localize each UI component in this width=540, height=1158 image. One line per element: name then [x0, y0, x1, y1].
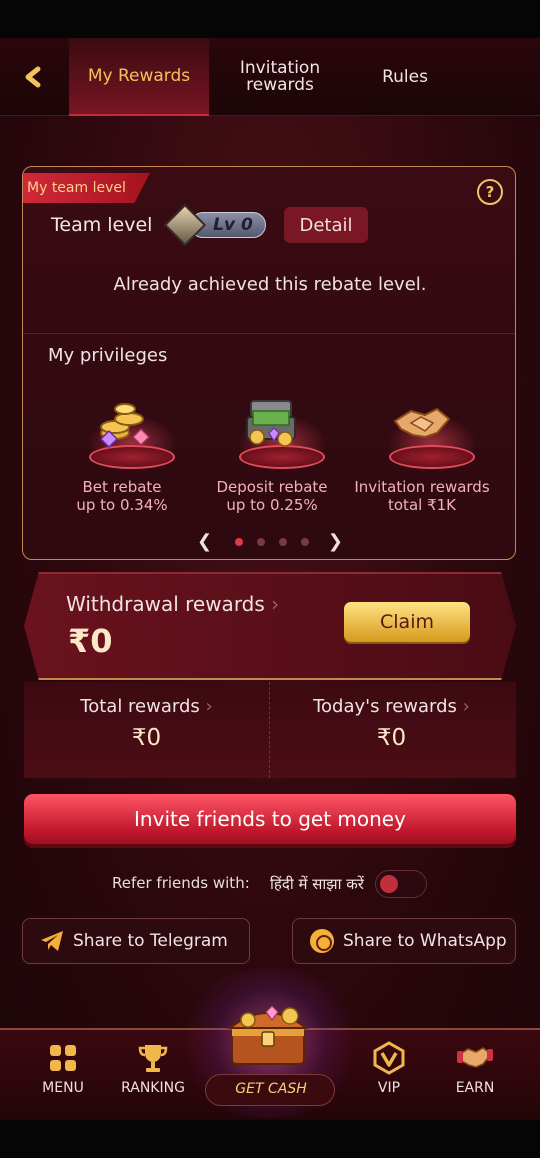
withdrawal-title[interactable]: Withdrawal rewards › [66, 592, 279, 616]
rewards-screen: My Rewards Invitation rewards Rules My t… [0, 38, 540, 1120]
header: My Rewards Invitation rewards Rules [0, 38, 540, 116]
carousel-dot-active[interactable] [235, 538, 243, 546]
todays-rewards-label-text: Today's rewards [313, 696, 457, 717]
privileges-carousel: ❮ ❯ [193, 531, 347, 552]
privilege-invitation-rewards[interactable]: Invitation rewards total ₹1K [347, 395, 497, 525]
privilege-deposit-title: Deposit rebate [216, 478, 328, 496]
tab-rules-label: Rules [382, 66, 428, 87]
share-telegram-label: Share to Telegram [73, 931, 228, 951]
handshake-icon [457, 1040, 493, 1076]
chevron-right-icon[interactable]: ❯ [328, 531, 343, 552]
refer-language-label: हिंदी में साझा करें [270, 875, 364, 893]
get-cash-label: GET CASH [235, 1081, 307, 1097]
privilege-invite-value: total ₹1K [388, 496, 456, 514]
withdrawal-rewards-card: Withdrawal rewards › ₹0 Claim [24, 572, 516, 680]
treasure-chest-icon [220, 998, 316, 1068]
privilege-bet-title: Bet rebate [82, 478, 162, 496]
carousel-dot[interactable] [279, 538, 287, 546]
tab-rules[interactable]: Rules [350, 38, 460, 116]
team-level-label: Team level [51, 214, 153, 236]
rewards-summary: Total rewards › ₹0 Today's rewards › ₹0 [24, 682, 516, 778]
total-rewards[interactable]: Total rewards › ₹0 [24, 696, 269, 751]
whatsapp-icon [309, 928, 335, 954]
get-cash-pill: GET CASH [205, 1074, 335, 1106]
team-level-ribbon: My team level [23, 173, 150, 203]
privilege-invite-title: Invitation rewards [354, 478, 490, 496]
total-rewards-label-text: Total rewards [80, 696, 200, 717]
chevron-left-icon[interactable]: ❮ [197, 531, 212, 552]
detail-button[interactable]: Detail [284, 207, 368, 243]
tab-invitation-rewards[interactable]: Invitation rewards [220, 38, 340, 116]
withdrawal-amount: ₹0 [68, 622, 113, 660]
refer-label: Refer friends with: [112, 874, 250, 892]
nav-vip-label: VIP [377, 1080, 401, 1096]
chevron-right-icon: › [271, 592, 280, 616]
todays-rewards-value: ₹0 [376, 725, 407, 751]
total-rewards-label: Total rewards › [24, 696, 269, 717]
todays-rewards-label: Today's rewards › [269, 696, 514, 717]
share-telegram-button[interactable]: Share to Telegram [22, 918, 250, 964]
privilege-deposit-rebate[interactable]: Deposit rebate up to 0.25% [197, 395, 347, 525]
coins-gems-icon [77, 395, 177, 475]
achieved-message: Already achieved this rebate level. [113, 274, 427, 295]
privilege-bet-value: up to 0.34% [76, 496, 168, 514]
withdrawal-title-text: Withdrawal rewards [66, 592, 265, 616]
handshake-icon [377, 395, 477, 475]
hindi-share-toggle[interactable] [375, 870, 427, 898]
level-diamond-icon [163, 203, 207, 247]
vip-badge-icon [371, 1040, 407, 1076]
share-whatsapp-label: Share to WhatsApp [343, 931, 507, 951]
privileges-title: My privileges [48, 345, 168, 366]
level-badge: Lv 0 [163, 203, 266, 247]
status-bar [0, 0, 540, 38]
refer-language-row: Refer friends with: हिंदी में साझा करें [0, 870, 540, 900]
share-whatsapp-button[interactable]: Share to WhatsApp [292, 918, 516, 964]
level-text: Lv 0 [213, 215, 253, 235]
carousel-dot[interactable] [301, 538, 309, 546]
nav-earn-label: EARN [455, 1080, 495, 1096]
invite-friends-button[interactable]: Invite friends to get money [24, 794, 516, 844]
chevron-right-icon: › [205, 696, 213, 717]
todays-rewards[interactable]: Today's rewards › ₹0 [269, 696, 514, 751]
system-nav-bar [0, 1120, 540, 1158]
nav-earn[interactable]: EARN [435, 1040, 515, 1096]
toggle-knob [380, 875, 398, 893]
tab-invitation-rewards-label: Invitation rewards [239, 58, 321, 95]
get-cash-button[interactable]: GET CASH [172, 968, 368, 1120]
total-rewards-value: ₹0 [131, 725, 162, 751]
privilege-bet-rebate[interactable]: Bet rebate up to 0.34% [47, 395, 197, 525]
trophy-icon [135, 1040, 171, 1076]
claim-button[interactable]: Claim [344, 602, 470, 642]
help-icon[interactable]: ? [477, 179, 503, 205]
team-level-card: My team level ? Team level Lv 0 Detail A… [22, 166, 516, 560]
back-button[interactable] [18, 60, 52, 94]
chevron-right-icon: › [462, 696, 470, 717]
privilege-deposit-value: up to 0.25% [226, 496, 318, 514]
back-arrow-icon [25, 66, 41, 88]
money-chest-icon [227, 395, 327, 475]
nav-menu-label: MENU [42, 1080, 84, 1096]
telegram-icon [39, 928, 65, 954]
carousel-dot[interactable] [257, 538, 265, 546]
nav-menu[interactable]: MENU [23, 1040, 103, 1096]
tab-my-rewards[interactable]: My Rewards [69, 38, 209, 116]
divider [23, 333, 515, 334]
menu-grid-icon [45, 1040, 81, 1076]
tab-my-rewards-label: My Rewards [87, 65, 191, 86]
